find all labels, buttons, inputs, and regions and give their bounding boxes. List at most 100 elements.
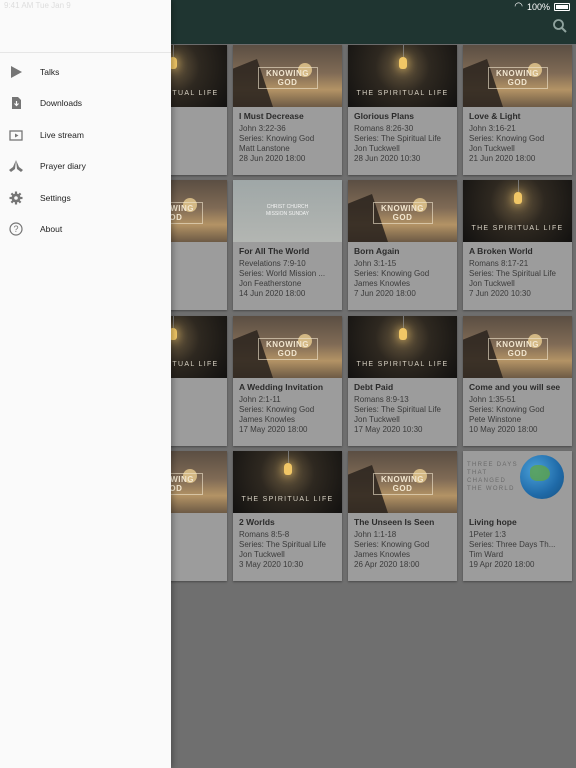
talk-reference: Romans 8:5-8 xyxy=(239,530,290,539)
series-logo-text: THE SPIRITUAL LIFE xyxy=(356,361,449,368)
talk-thumbnail: KNOWING GOD xyxy=(463,45,572,107)
talk-info: Glorious Plans Romans 8:26-30 Series: The … xyxy=(354,111,453,164)
talk-card[interactable]: KNOWING GOD The Unseen Is Seen John 1:1-18… xyxy=(348,451,457,581)
help-circle-icon: ? xyxy=(8,221,24,237)
bulb-wire xyxy=(517,180,519,192)
talk-info: Come and you will see John 1:35-51 Series:… xyxy=(469,382,568,435)
talk-title: 2 Worlds xyxy=(239,517,275,527)
talk-date: 7 Jun 2020 18:00 xyxy=(354,289,416,298)
talk-reference: Revelations 7:9-10 xyxy=(239,259,306,268)
menu-item-settings[interactable]: Settings xyxy=(0,182,171,213)
talk-title: Debt Paid xyxy=(354,382,394,392)
talk-speaker: James Knowles xyxy=(354,550,411,559)
talk-date: 10 May 2020 18:00 xyxy=(469,425,538,434)
bulb-wire xyxy=(172,45,174,57)
talk-info: The Unseen Is Seen John 1:1-18 Series: Kno… xyxy=(354,517,453,570)
talk-speaker: Jon Tuckwell xyxy=(354,415,400,424)
talk-speaker: Matt Lanstone xyxy=(239,144,290,153)
talk-series: Series: The Spiritual Life xyxy=(239,540,327,549)
talk-card[interactable]: KNOWING GOD A Wedding Invitation John 2:1-… xyxy=(233,316,342,446)
talk-card[interactable]: KNOWING GOD Come and you will see John 1:3… xyxy=(463,316,572,446)
talk-series: Series: Knowing God xyxy=(354,540,430,549)
talk-title: For All The World xyxy=(239,246,310,256)
talk-card[interactable]: THE SPIRITUAL LIFE 2 Worlds Romans 8:5-8 Se… xyxy=(233,451,342,581)
talk-date: 17 May 2020 10:30 xyxy=(354,425,423,434)
talk-reference: Romans 8:9-13 xyxy=(354,395,409,404)
talk-speaker: Pete Winstone xyxy=(469,415,522,424)
talk-series: Series: Knowing God xyxy=(469,134,545,143)
menu-item-live-stream[interactable]: Live stream xyxy=(0,119,171,150)
status-date-text: Tue Jan 9 xyxy=(35,1,71,10)
talk-speaker: Jon Featherstone xyxy=(239,279,302,288)
talk-title: A Broken World xyxy=(469,246,533,256)
play-icon xyxy=(8,64,24,80)
talk-card[interactable]: THE SPIRITUAL LIFE Debt Paid Romans 8:9-13… xyxy=(348,316,457,446)
bulb-wire xyxy=(402,316,404,328)
talk-series: Series: The Spiritual Life xyxy=(354,405,442,414)
menu-item-label: Talks xyxy=(40,66,60,77)
talk-info: Born Again John 3:1-15 Series: Knowing God… xyxy=(354,246,453,299)
talk-card[interactable]: THE SPIRITUAL LIFE Glorious Plans Romans 8… xyxy=(348,45,457,175)
talk-series: Series: Knowing God xyxy=(239,134,315,143)
talk-card[interactable]: KNOWING GOD Love & Light John 3:16-21 Serie… xyxy=(463,45,572,175)
talk-reference: John 2:1-11 xyxy=(239,395,281,404)
menu-item-about[interactable]: ? About xyxy=(0,213,171,244)
talk-info: For All The World Revelations 7:9-10 Serie… xyxy=(239,246,338,299)
talk-speaker: James Knowles xyxy=(354,279,411,288)
talk-title: A Wedding Invitation xyxy=(239,382,324,392)
menu-item-label: Prayer diary xyxy=(40,160,86,171)
status-time-text: 9:41 AM xyxy=(4,1,34,10)
download-icon xyxy=(8,95,24,111)
talk-card[interactable]: KNOWING GOD Born Again John 3:1-15 Series: … xyxy=(348,180,457,310)
talk-card[interactable]: KNOWING GOD I Must Decrease John 3:22-36 Se… xyxy=(233,45,342,175)
menu-item-label: About xyxy=(40,223,63,234)
talk-date: 28 Jun 2020 18:00 xyxy=(239,154,306,163)
talk-thumbnail: KNOWING GOD xyxy=(463,316,572,378)
talk-thumbnail: KNOWING GOD xyxy=(233,45,342,107)
talk-info: A Wedding Invitation John 2:1-11 Series: K… xyxy=(239,382,338,435)
talk-info: I Must Decrease John 3:22-36 Series: Knowi… xyxy=(239,111,338,164)
talk-card[interactable]: THE SPIRITUAL LIFE A Broken World Romans 8… xyxy=(463,180,572,310)
talk-speaker: Jon Tuckwell xyxy=(469,279,515,288)
talk-title: Come and you will see xyxy=(469,382,561,392)
talk-thumbnail: THREE DAYS THAT CHANGED THE WORLD xyxy=(463,451,572,513)
talk-thumbnail: KNOWING GOD xyxy=(233,316,342,378)
talk-info: A Broken World Romans 8:17-21 Series: The … xyxy=(469,246,568,299)
talk-title: Glorious Plans xyxy=(354,111,414,121)
navigation-drawer: 9:41 AM Tue Jan 9 Talks Downloads Live s… xyxy=(0,0,171,768)
series-logo-text: KNOWING GOD xyxy=(487,67,548,89)
lightbulb-icon xyxy=(398,328,407,340)
globe-icon xyxy=(520,455,564,499)
talk-reference: John 3:1-15 xyxy=(354,259,397,268)
praying-hands-icon xyxy=(8,158,24,174)
talk-title: I Must Decrease xyxy=(239,111,304,121)
menu-item-label: Live stream xyxy=(40,129,84,140)
talk-thumbnail: KNOWING GOD xyxy=(348,451,457,513)
bulb-wire xyxy=(402,45,404,57)
series-logo-text: CHRIST CHURCH MISSION SUNDAY xyxy=(266,204,309,217)
talk-date: 26 Apr 2020 18:00 xyxy=(354,560,420,569)
talk-series: Series: Three Days Th... xyxy=(469,540,556,549)
talk-series: Series: Knowing God xyxy=(239,405,315,414)
talk-info: Living hope 1Peter 1:3 Series: Three Days … xyxy=(469,517,568,570)
menu-item-downloads[interactable]: Downloads xyxy=(0,87,171,118)
series-logo-text: KNOWING GOD xyxy=(372,202,433,224)
talk-reference: John 3:22-36 xyxy=(239,124,286,133)
talk-reference: Romans 8:17-21 xyxy=(469,259,529,268)
talk-date: 19 Apr 2020 18:00 xyxy=(469,560,535,569)
series-logo-text: THE SPIRITUAL LIFE xyxy=(356,90,449,97)
menu-item-talks[interactable]: Talks xyxy=(0,56,171,87)
talk-card[interactable]: THREE DAYS THAT CHANGED THE WORLD Living … xyxy=(463,451,572,581)
menu-item-prayer-diary[interactable]: Prayer diary xyxy=(0,150,171,181)
talk-series: Series: The Spiritual Life xyxy=(469,269,557,278)
series-logo-text: THE SPIRITUAL LIFE xyxy=(471,225,564,232)
talk-info: Debt Paid Romans 8:9-13 Series: The Spirit… xyxy=(354,382,453,435)
live-stream-icon xyxy=(8,127,24,143)
menu-item-label: Settings xyxy=(40,192,71,203)
talk-date: 3 May 2020 10:30 xyxy=(239,560,304,569)
talk-reference: John 1:1-18 xyxy=(354,530,397,539)
talk-speaker: Tim Ward xyxy=(469,550,504,559)
series-logo-text: THREE DAYS THAT CHANGED THE WORLD xyxy=(467,462,518,492)
talk-card[interactable]: CHRIST CHURCH MISSION SUNDAY For All The … xyxy=(233,180,342,310)
lightbulb-icon xyxy=(283,463,292,475)
